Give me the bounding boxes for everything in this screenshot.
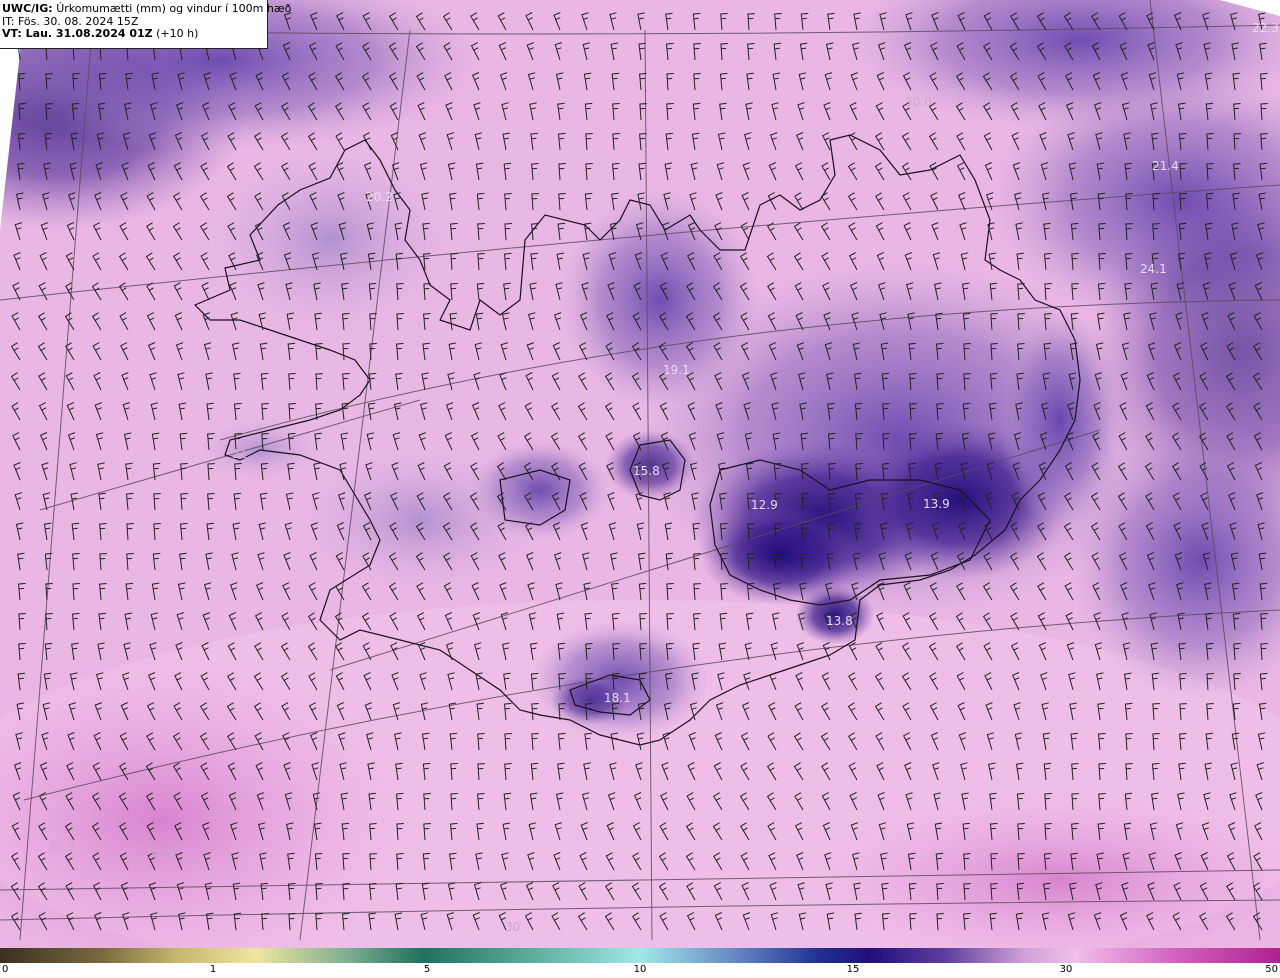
value-label: 18.1	[604, 691, 631, 705]
map-info-box: UWC/IG: Úrkomumætti (mm) og vindur í 100…	[0, 0, 291, 49]
colorbar-labels: 0 1 5 10 15 30 50	[0, 963, 1280, 978]
valid-time-line: VT: Lau. 31.08.2024 01Z (+10 h)	[2, 27, 267, 41]
value-label: 30.0	[905, 95, 932, 109]
colorbar-tick: 5	[423, 964, 431, 975]
value-label: 22.3	[1252, 21, 1279, 35]
value-label: 24.1	[1140, 262, 1167, 276]
value-label: 15.8	[633, 464, 660, 478]
value-label: 21.4	[1152, 159, 1179, 173]
value-label: 31.9	[148, 847, 175, 861]
colorbar-tick: 1	[209, 964, 217, 975]
value-label: 12.9	[751, 498, 778, 512]
product-line: UWC/IG: Úrkomumætti (mm) og vindur í 100…	[2, 2, 291, 16]
value-label: 20.2	[366, 190, 393, 204]
precipitation-field	[0, 0, 1280, 948]
product-description: Úrkomumætti (mm) og vindur í 100m hæð	[56, 2, 292, 15]
valid-time: VT: Lau. 31.08.2024 01Z	[2, 27, 153, 40]
weather-map: 22.3 21.4 24.1 20.2 19.1 15.8 12.9 13.9 …	[0, 0, 1280, 963]
lead-time: (+10 h)	[156, 27, 199, 40]
value-label: 13.9	[923, 497, 950, 511]
colorbar-tick: 10	[633, 964, 647, 975]
colorbar-tick: 0	[2, 964, 9, 975]
colorbar-tick: 30	[1059, 964, 1073, 975]
value-label: 21.	[232, 447, 251, 461]
value-label: 30	[505, 920, 520, 934]
colorbar	[0, 948, 1280, 963]
value-label: 19.1	[663, 363, 690, 377]
colorbar-tick: 50	[1265, 964, 1278, 975]
value-label: 13.8	[826, 614, 853, 628]
value-label: 30.9	[48, 840, 75, 854]
colorbar-tick: 15	[846, 964, 860, 975]
product-code: UWC/IG:	[2, 2, 53, 15]
